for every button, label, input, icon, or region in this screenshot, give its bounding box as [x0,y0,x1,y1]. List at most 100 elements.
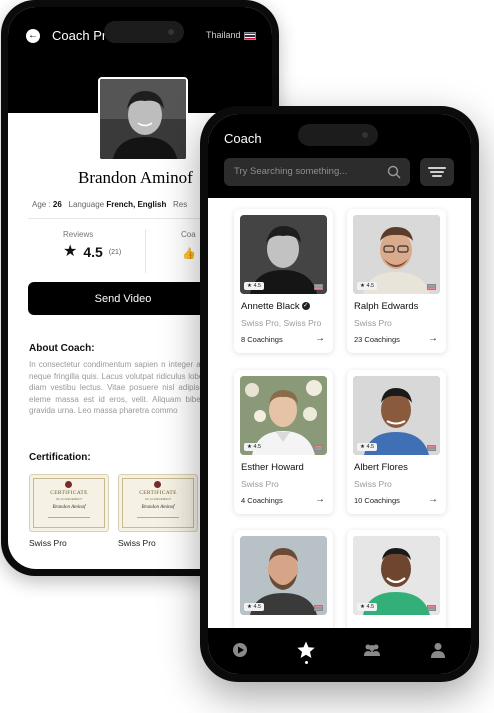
coach-level: Swiss Pro, Swiss Pro [241,318,322,328]
country-selector[interactable]: Thailand [206,30,256,40]
language-value: French, English [106,200,167,209]
about-text: In consectetur condimentum sapien n inte… [29,360,214,415]
about-title: About Coach: [29,343,95,354]
coaching-count: 4 Coachings [241,496,283,505]
arrow-right-icon[interactable]: → [315,333,325,344]
rating-badge: ★ 4.5 [357,603,378,611]
reviews-label: Reviews [63,230,94,239]
certificate-card[interactable]: CERTIFICATE OF ACHIEVEMENT Brandon Amino… [29,474,109,532]
coach-rating: 4.5 [366,444,375,450]
certificate-signature: Brandon Aminof [52,505,86,510]
portrait-image [100,79,186,159]
coach-card[interactable]: ★ 4.5 Esther Howard Swiss Pro 4 Coaching… [234,370,333,514]
search-placeholder: Try Searching something... [234,166,348,177]
coach-card[interactable]: ★ 4.5 Albert Flores Swiss Pro 10 Coachin… [347,370,446,514]
profile-icon[interactable] [428,640,448,660]
certificate-card[interactable]: CERTIFICATE OF ACHIEVEMENT Brandon Amino… [118,474,198,532]
thailand-flag-icon [314,445,323,451]
play-icon[interactable] [230,640,250,660]
vertical-divider [145,229,146,273]
coach-card[interactable]: ★ 4.5 Ralph Edwards Swiss Pro 23 Coachin… [347,209,446,353]
certificate-label: Swiss Pro [29,538,67,548]
back-arrow-icon[interactable]: ← [26,29,40,43]
coach-profile-photo [98,77,188,161]
mockup-stage: ← Coach Pro Thailand Brandon Aminof Age … [0,0,494,713]
coach-list-screen: Coach Try Searching something... ★ 4.5 A… [208,114,471,674]
rating-badge: ★ 4.5 [244,603,265,611]
active-tab-indicator [305,661,308,664]
thailand-flag-icon [427,605,436,611]
group-icon[interactable] [362,640,382,660]
coach-rating: 4.5 [253,604,262,610]
signature-line [137,517,179,518]
language-label: Language [68,200,105,209]
coach-name: Annette Black ✓ [241,301,310,312]
search-icon[interactable] [387,165,401,179]
coaching-label: Coa [181,230,196,239]
thailand-flag-icon [243,31,256,40]
arrow-right-icon[interactable]: → [428,333,438,344]
thailand-flag-icon [314,284,323,290]
thumbs-up-icon: 👍 [182,248,196,260]
search-input[interactable]: Try Searching something... [224,158,410,186]
rating-value: 4.5 [83,244,103,260]
filter-icon [432,175,442,177]
filter-button[interactable] [420,158,454,186]
rating-badge: ★ 4.5 [244,282,265,290]
coach-name: Albert Flores [354,462,408,473]
certification-title: Certification: [29,452,91,463]
certificate-title: CERTIFICATE [139,490,177,496]
coach-meta: Age : 26 Language French, English Res [32,200,187,209]
list-header: Coach Try Searching something... [208,114,471,198]
thailand-flag-icon [314,605,323,611]
rating-badge: ★ 4.5 [244,443,265,451]
coach-name: Brandon Aminof [78,168,193,187]
certificate-label: Swiss Pro [118,538,156,548]
thailand-flag-icon [427,445,436,451]
coach-photo: ★ 4.5 [353,536,440,615]
arrow-right-icon[interactable]: → [428,494,438,505]
rating-badge: ★ 4.5 [357,282,378,290]
age-label: Age : [32,200,51,209]
seal-icon [65,481,72,488]
coaching-count: 8 Coachings [241,335,283,344]
coach-photo: ★ 4.5 [353,376,440,455]
coach-rating: 4.5 [253,283,262,289]
country-label: Thailand [206,30,241,40]
coach-photo: ★ 4.5 [240,376,327,455]
certificate-subtitle: OF ACHIEVEMENT [144,497,172,501]
coach-level: Swiss Pro [354,318,392,328]
phone-front: Coach Try Searching something... ★ 4.5 A… [200,106,479,682]
coaching-count: 10 Coachings [354,496,400,505]
certificate-signature: Brandon Aminof [141,505,175,510]
rating-row: ★ 4.5 (21) [63,243,121,261]
thailand-flag-icon [427,284,436,290]
rating-badge: ★ 4.5 [357,443,378,451]
certificate-title: CERTIFICATE [50,490,88,496]
coach-name: Ralph Edwards [354,301,419,312]
coach-photo: ★ 4.5 [240,536,327,615]
certificate-subtitle: OF ACHIEVEMENT [55,497,83,501]
star-icon[interactable] [296,640,316,660]
coach-rating: 4.5 [366,283,375,289]
filter-icon [430,171,444,173]
verified-check-icon: ✓ [301,302,310,311]
star-icon: ★ [63,243,78,260]
bottom-tab-bar [208,628,471,674]
seal-icon [154,481,161,488]
filter-icon [428,167,446,169]
list-header-title: Coach [224,131,262,146]
signature-line [48,517,90,518]
coach-name-text: Annette Black [241,301,300,312]
dynamic-island [298,124,378,146]
coach-rating: 4.5 [366,604,375,610]
coach-card[interactable]: ★ 4.5 Annette Black ✓ Swiss Pro, Swiss Pr… [234,209,333,353]
residence-label: Res [173,200,188,209]
coach-level: Swiss Pro [241,479,279,489]
coach-photo: ★ 4.5 [353,215,440,294]
coach-rating: 4.5 [253,444,262,450]
coach-level: Swiss Pro [354,479,392,489]
coaching-count: 23 Coachings [354,335,400,344]
arrow-right-icon[interactable]: → [315,494,325,505]
age-value: 26 [52,200,62,209]
